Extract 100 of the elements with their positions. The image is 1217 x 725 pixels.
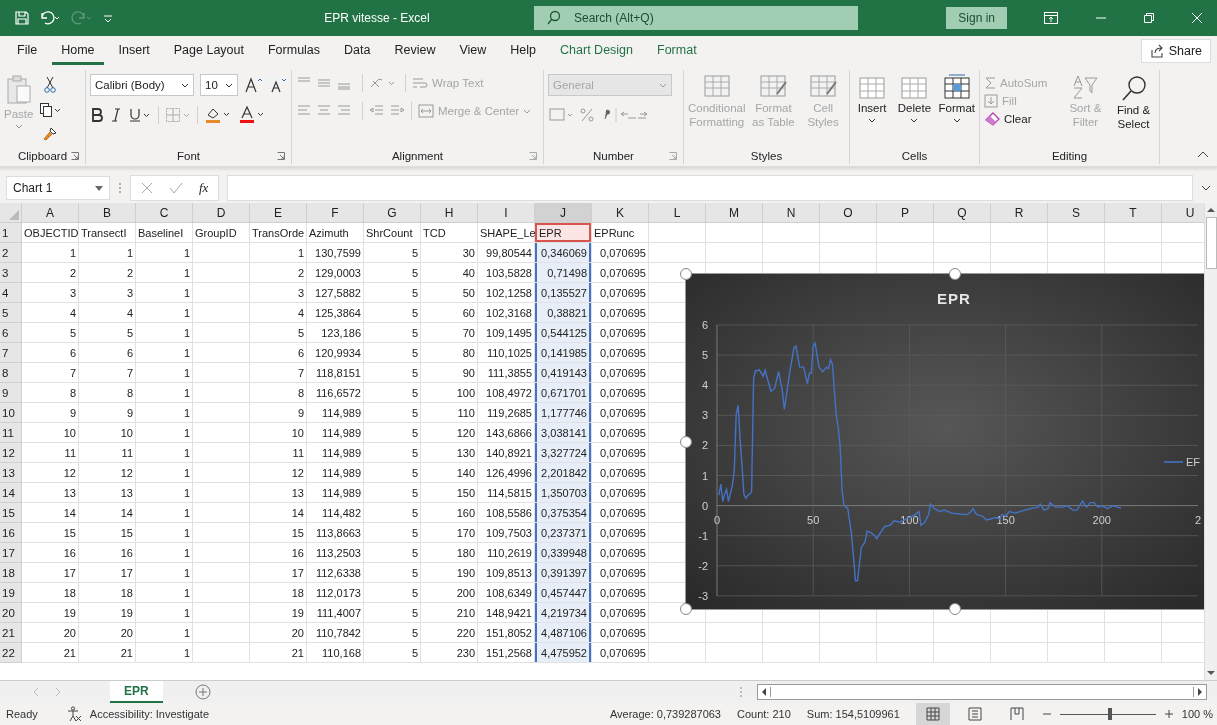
row-header[interactable]: 18 — [0, 563, 22, 583]
italic-icon[interactable] — [110, 107, 122, 123]
search-field[interactable]: Search (Alt+Q) — [572, 10, 846, 26]
column-header[interactable]: O — [820, 203, 877, 223]
zoom-thumb[interactable] — [1107, 708, 1112, 720]
drag-handle-icon[interactable] — [118, 181, 122, 195]
accessibility-status[interactable]: Accessibility: Investigate — [89, 708, 209, 720]
launcher-icon[interactable] — [277, 152, 285, 160]
view-button[interactable] — [915, 703, 950, 725]
collapse-ribbon-icon[interactable] — [1197, 150, 1209, 158]
scroll-right-icon[interactable] — [1196, 687, 1204, 697]
column-header[interactable]: M — [706, 203, 763, 223]
row-header[interactable]: 6 — [0, 323, 22, 343]
row-header[interactable]: 20 — [0, 603, 22, 623]
sheet-tab[interactable]: EPR — [110, 681, 163, 703]
column-header[interactable]: B — [79, 203, 136, 223]
sign-in-button[interactable]: Sign in — [946, 7, 1007, 29]
ribbon-display-icon[interactable] — [1043, 11, 1059, 25]
column-header[interactable]: P — [877, 203, 934, 223]
row-header[interactable]: 12 — [0, 443, 22, 463]
resize-handle[interactable] — [680, 268, 692, 280]
column-header[interactable]: U — [1162, 203, 1204, 223]
row-header[interactable]: 15 — [0, 503, 22, 523]
row-header[interactable]: 14 — [0, 483, 22, 503]
find-select-button[interactable]: Find & Select — [1112, 74, 1155, 132]
check-icon[interactable] — [169, 182, 183, 194]
column-header[interactable]: L — [649, 203, 706, 223]
shrink-font-icon[interactable] — [270, 76, 288, 94]
row-header[interactable]: 8 — [0, 363, 22, 383]
cancel-icon[interactable] — [141, 182, 153, 194]
column-header[interactable]: J — [535, 203, 592, 223]
zoom-in-icon[interactable] — [1163, 709, 1174, 719]
column-header[interactable]: S — [1048, 203, 1105, 223]
row-header[interactable]: 5 — [0, 303, 22, 323]
horizontal-scrollbar[interactable] — [757, 684, 1207, 700]
column-header[interactable]: D — [193, 203, 250, 223]
accessibility-icon[interactable] — [65, 706, 82, 722]
row-header[interactable]: 17 — [0, 543, 22, 563]
cells-button[interactable]: Delete — [896, 74, 933, 123]
row-header[interactable]: 2 — [0, 243, 22, 263]
ribbon-tab[interactable]: Formulas — [258, 37, 330, 65]
font-color-icon[interactable] — [238, 106, 266, 124]
ribbon-tab[interactable]: Chart Design — [551, 37, 642, 65]
ribbon-tab[interactable]: Review — [385, 37, 445, 65]
column-header[interactable]: I — [478, 203, 535, 223]
ribbon-tab[interactable]: Format — [648, 37, 706, 65]
column-header[interactable]: N — [763, 203, 820, 223]
font-family-dropdown[interactable]: Calibri (Body) — [90, 74, 194, 96]
row-header[interactable]: 13 — [0, 463, 22, 483]
resize-handle[interactable] — [949, 268, 961, 280]
zoom-level[interactable]: 100 % — [1181, 708, 1213, 720]
bold-icon[interactable] — [90, 107, 104, 123]
scroll-left-icon[interactable] — [760, 687, 768, 697]
column-header[interactable]: Q — [934, 203, 991, 223]
close-icon[interactable] — [1191, 12, 1203, 24]
insert-function-button[interactable]: fx — [199, 180, 209, 196]
font-size-dropdown[interactable]: 10 — [200, 74, 238, 96]
ribbon-tab[interactable]: Data — [335, 37, 380, 65]
underline-icon[interactable] — [128, 107, 152, 123]
row-header[interactable]: 4 — [0, 283, 22, 303]
scissors-icon[interactable] — [43, 76, 58, 94]
scroll-thumb[interactable] — [770, 687, 1194, 697]
ribbon-tab[interactable]: View — [450, 37, 496, 65]
launcher-icon[interactable] — [71, 152, 79, 160]
ribbon-tab[interactable]: Page Layout — [164, 37, 253, 65]
expand-icon[interactable] — [1201, 185, 1211, 191]
copy-icon[interactable] — [39, 102, 62, 118]
column-header[interactable]: F — [307, 203, 364, 223]
ribbon-tab[interactable]: Help — [501, 37, 546, 65]
row-header[interactable]: 7 — [0, 343, 22, 363]
save-icon[interactable] — [14, 10, 30, 26]
row-header[interactable]: 22 — [0, 643, 22, 663]
column-header[interactable]: R — [991, 203, 1048, 223]
name-box[interactable]: Chart 1 — [6, 176, 110, 200]
row-header[interactable]: 16 — [0, 523, 22, 543]
column-header[interactable]: C — [136, 203, 193, 223]
paintbrush-icon[interactable] — [42, 126, 59, 142]
cells-button[interactable]: Format — [938, 74, 975, 123]
scroll-thumb[interactable] — [1205, 217, 1217, 269]
column-header[interactable]: T — [1105, 203, 1162, 223]
resize-handle[interactable] — [680, 603, 692, 615]
column-header[interactable]: A — [22, 203, 79, 223]
clear-button[interactable]: Clear — [984, 112, 1032, 126]
formula-input[interactable] — [227, 175, 1193, 201]
line-chart[interactable]: EPR -3 -2 -1 0 1 2 3 4 5 6 0 50 100 150 200 2 EF — [686, 274, 1204, 609]
restore-icon[interactable] — [1143, 12, 1155, 24]
row-header[interactable]: 19 — [0, 583, 22, 603]
ribbon-tab[interactable]: Insert — [109, 37, 159, 65]
column-header[interactable]: H — [421, 203, 478, 223]
column-header[interactable]: G — [364, 203, 421, 223]
grow-font-icon[interactable] — [244, 76, 264, 94]
fill-color-icon[interactable] — [204, 106, 232, 124]
share-button[interactable]: Share — [1140, 39, 1211, 63]
scroll-up-icon[interactable] — [1206, 206, 1216, 214]
vertical-scrollbar[interactable] — [1204, 203, 1217, 680]
row-header[interactable]: 3 — [0, 263, 22, 283]
zoom-slider[interactable] — [1059, 708, 1156, 720]
row-header[interactable]: 21 — [0, 623, 22, 643]
row-header[interactable]: 10 — [0, 403, 22, 423]
cells-button[interactable]: Insert — [854, 74, 891, 123]
